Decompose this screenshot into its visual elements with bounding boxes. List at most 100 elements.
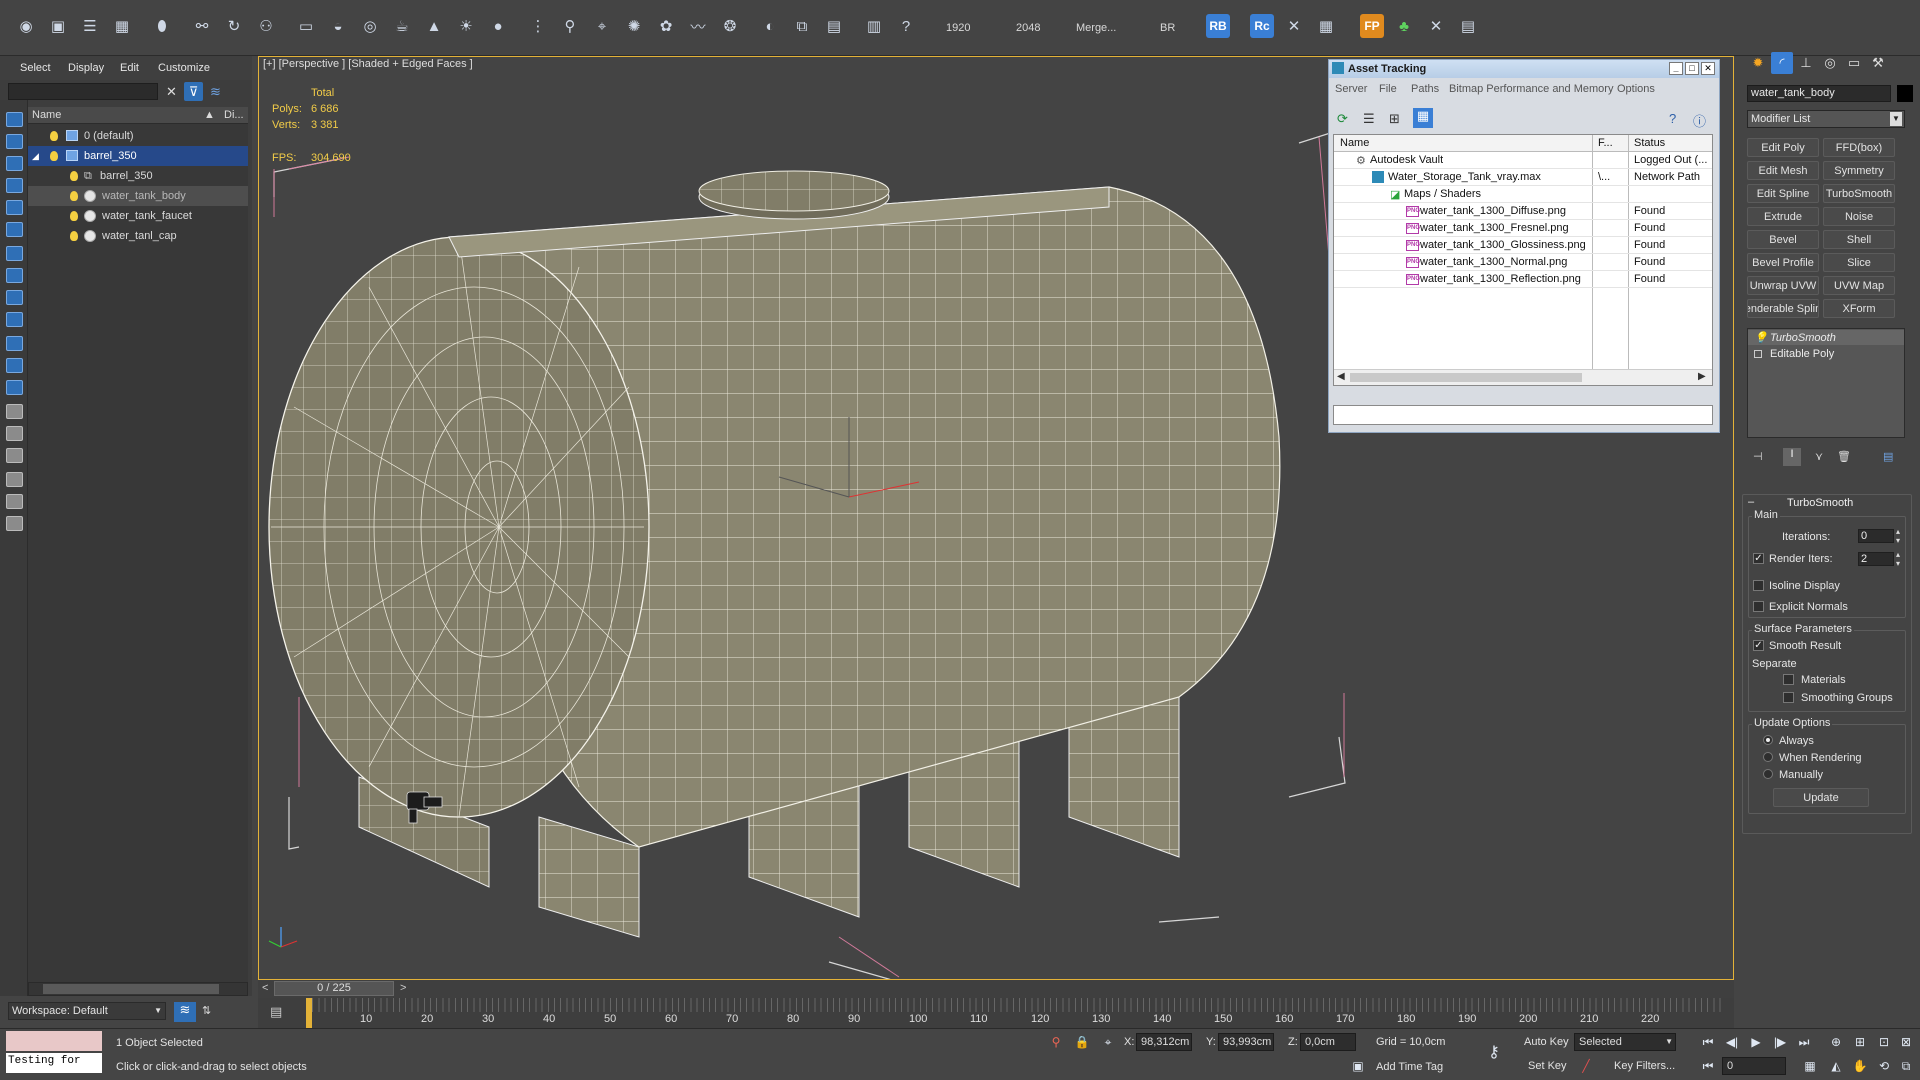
motion-tab-icon[interactable]: ◎	[1819, 52, 1841, 74]
set-key-button[interactable]: Set Key	[1528, 1060, 1567, 1072]
time-marker[interactable]	[306, 998, 312, 1028]
list-icon[interactable]: ☰	[78, 14, 102, 38]
menu-options[interactable]: Options	[1617, 83, 1655, 95]
column-status[interactable]: Status	[1634, 137, 1665, 149]
column-display[interactable]: Di...	[224, 109, 244, 121]
light-bulb-icon[interactable]	[50, 151, 58, 161]
fov-icon[interactable]: ◭	[1826, 1057, 1846, 1075]
filter-icon[interactable]: ⊽	[184, 82, 203, 101]
light-bulb-icon[interactable]	[50, 131, 58, 141]
mod-turbosmooth-button[interactable]: TurboSmooth	[1823, 184, 1895, 203]
table-row[interactable]: PNG water_tank_1300_Glossiness.png Found	[1334, 237, 1712, 254]
mod-unwrap-uvw-button[interactable]: Unwrap UVW	[1747, 276, 1819, 295]
next-key-icon[interactable]: |▶	[1770, 1033, 1790, 1051]
options-icon[interactable]	[6, 516, 23, 531]
render-width[interactable]: 1920	[946, 22, 970, 34]
workspace-dropdown[interactable]: Workspace: Default ▼	[8, 1002, 166, 1020]
tree-row-barrel-group[interactable]: ⧉ barrel_350	[28, 166, 248, 186]
column-folder[interactable]: F...	[1598, 137, 1613, 149]
minimize-icon[interactable]: _	[1669, 62, 1683, 75]
magnet-icon[interactable]: ⚲	[558, 14, 582, 38]
track-bar[interactable]: ▤ 10 20 30 40 50 60 70 80 90 100 110 120 130 140 150 16…	[258, 998, 1734, 1028]
goto-end-icon[interactable]: ⏭	[1794, 1033, 1814, 1051]
table-row[interactable]: PNG water_tank_1300_Diffuse.png Found	[1334, 203, 1712, 220]
find-icon[interactable]	[6, 494, 23, 509]
scroll-left-icon[interactable]: ◀	[1337, 371, 1345, 382]
close-icon[interactable]: ✕	[1701, 62, 1715, 75]
tree-row-default-layer[interactable]: 0 (default)	[28, 126, 248, 146]
mod-edit-spline-button[interactable]: Edit Spline	[1747, 184, 1819, 203]
tools-icon[interactable]: ✕	[1282, 14, 1306, 38]
menu-customize[interactable]: Customize	[158, 62, 210, 74]
display-frozen-icon[interactable]	[6, 380, 23, 395]
render-iters-spinner[interactable]: 2	[1858, 552, 1894, 566]
light-bulb-icon[interactable]	[70, 171, 78, 181]
make-unique-icon[interactable]: ⋎	[1815, 450, 1823, 463]
chevron-down-icon[interactable]: ▼	[1665, 1037, 1673, 1046]
table-icon[interactable]: ▦	[110, 14, 134, 38]
key-filters-button[interactable]: Key Filters...	[1614, 1060, 1675, 1072]
camera-icon[interactable]: ⌖	[590, 14, 614, 38]
tree-row-water-tank-cap[interactable]: water_tanl_cap	[28, 226, 248, 246]
mod-bevel-profile-button[interactable]: Bevel Profile	[1747, 253, 1819, 272]
smoothing-groups-checkbox[interactable]	[1783, 692, 1794, 703]
rotate-icon[interactable]: ↻	[222, 14, 246, 38]
tree-view-icon[interactable]: ⊞	[1389, 111, 1400, 127]
lock-icon[interactable]: 🔒	[1072, 1033, 1092, 1051]
iterations-spinner[interactable]: 0	[1858, 529, 1894, 543]
wrench-icon[interactable]: ✕	[1424, 14, 1448, 38]
layer-explorer-icon[interactable]: ≋	[174, 1002, 196, 1022]
spreadsheet-icon[interactable]: ▦	[1314, 14, 1338, 38]
box-icon[interactable]: ▭	[294, 14, 318, 38]
ball-icon[interactable]: ●	[486, 14, 510, 38]
manually-radio[interactable]	[1763, 769, 1773, 779]
menu-file[interactable]: File	[1379, 83, 1397, 95]
time-config-icon[interactable]: ▦	[1800, 1057, 1820, 1075]
chevron-down-icon[interactable]: ▼	[154, 1006, 162, 1015]
rc-button[interactable]: Rc	[1250, 14, 1274, 38]
stack-item-turbosmooth[interactable]: 💡 TurboSmooth	[1748, 330, 1904, 345]
table-row[interactable]: Water_Storage_Tank_vray.max \... Network…	[1334, 169, 1712, 186]
key-icon[interactable]: ⚷	[1484, 1043, 1504, 1061]
render-frame-icon[interactable]: ▤	[822, 14, 846, 38]
tree-row-water-tank-faucet[interactable]: water_tank_faucet	[28, 206, 248, 226]
materials-checkbox[interactable]	[1783, 674, 1794, 685]
key-mode-icon[interactable]: ╱	[1576, 1057, 1596, 1075]
explorer-hscrollbar[interactable]	[28, 982, 248, 996]
scroll-thumb[interactable]	[1350, 373, 1582, 382]
mod-bevel-button[interactable]: Bevel	[1747, 230, 1819, 249]
scroll-right-icon[interactable]: ▶	[1698, 371, 1706, 382]
modifier-list-dropdown[interactable]: Modifier List ▼	[1747, 110, 1905, 128]
display-warps-icon[interactable]	[6, 268, 23, 283]
select-icon[interactable]: ⬮	[150, 14, 174, 38]
current-frame-field[interactable]: 0	[1722, 1057, 1786, 1075]
forest-icon[interactable]: ♣	[1392, 14, 1416, 38]
auto-key-button[interactable]: Auto Key	[1524, 1036, 1569, 1048]
layers-icon[interactable]: ≋	[206, 82, 225, 101]
bind-icon[interactable]: ⚇	[254, 14, 278, 38]
x-coordinate-field[interactable]: 98,312cm	[1136, 1033, 1192, 1051]
display-groups-icon[interactable]	[6, 290, 23, 305]
fp-button[interactable]: FP	[1360, 14, 1384, 38]
isoline-display-checkbox[interactable]	[1753, 580, 1764, 591]
help-icon[interactable]: ?	[894, 14, 918, 38]
remove-modifier-icon[interactable]: 🗑	[1837, 450, 1851, 463]
merge-button[interactable]: Merge...	[1076, 22, 1116, 34]
maxscript-input[interactable]: Testing for	[6, 1053, 102, 1073]
menu-bitmap-performance[interactable]: Bitmap Performance and Memory	[1449, 83, 1613, 95]
circle-icon[interactable]: ◎	[358, 14, 382, 38]
rb-button[interactable]: RB	[1206, 14, 1230, 38]
viewport-toggle-icon[interactable]: ⧉	[1896, 1057, 1916, 1075]
tree-row-barrel-layer[interactable]: ◢ barrel_350	[28, 146, 248, 166]
maximize-icon[interactable]: □	[1685, 62, 1699, 75]
display-geometry-icon[interactable]	[6, 156, 23, 171]
fur-icon[interactable]: ❂	[718, 14, 742, 38]
key-mode-toggle-icon[interactable]: ⏮	[1698, 1057, 1718, 1075]
column-name[interactable]: Name	[1340, 137, 1369, 149]
tree-row-water-tank-body[interactable]: water_tank_body	[28, 186, 248, 206]
teapot-icon[interactable]: ☕	[390, 14, 414, 38]
light-bulb-icon[interactable]: 💡	[1754, 331, 1768, 344]
display-all-icon[interactable]	[6, 134, 23, 149]
zoom-region-icon[interactable]: ⊡	[1874, 1033, 1894, 1051]
grass-icon[interactable]: ✿	[654, 14, 678, 38]
